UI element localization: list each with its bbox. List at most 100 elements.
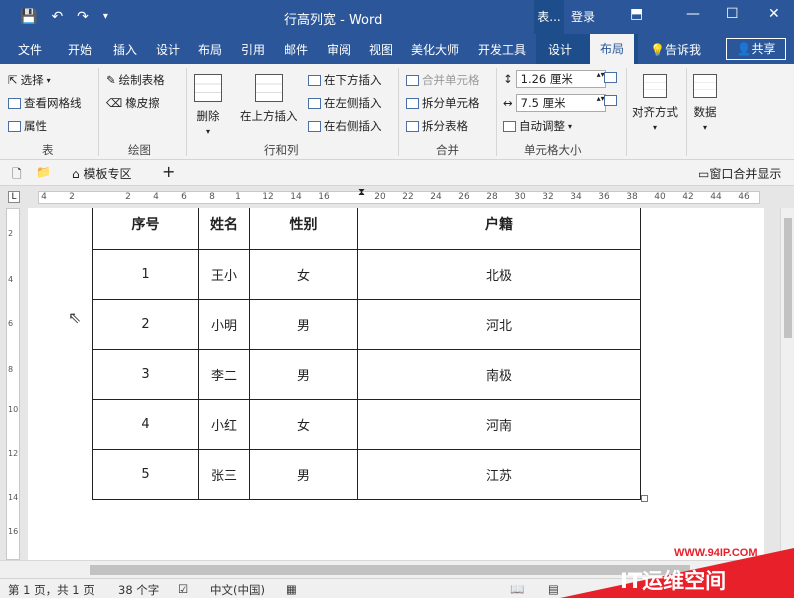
vertical-ruler[interactable]: 2 4 6 8 10 12 14 16 <box>6 208 20 560</box>
eraser-button[interactable]: ⌫ 橡皮擦 <box>106 95 160 111</box>
tab-review[interactable]: 审阅 <box>327 41 351 58</box>
tab-references[interactable]: 引用 <box>241 41 265 58</box>
tab-home[interactable]: 开始 <box>68 41 92 58</box>
table-cell[interactable]: 2 <box>92 299 199 350</box>
table-cell[interactable]: 江苏 <box>357 449 641 500</box>
horizontal-ruler[interactable]: L 4 2 2 4 6 8 1 12 14 16 20 22 24 26 28 … <box>0 187 794 207</box>
read-mode-icon[interactable]: 📖 <box>510 582 524 596</box>
table-cell[interactable]: 王小 <box>198 249 250 300</box>
ribbon-tabs: 文件 开始 插入 设计 布局 引用 邮件 审阅 视图 美化大师 开发工具 设计 … <box>0 34 794 64</box>
split-cells-button[interactable]: 拆分单元格 <box>406 95 480 111</box>
add-tab-button[interactable]: + <box>162 162 175 181</box>
table-cell[interactable]: 小明 <box>198 299 250 350</box>
group-label-draw: 绘图 <box>128 143 151 157</box>
vertical-scroll-thumb[interactable] <box>784 218 792 338</box>
distribute-rows-button[interactable] <box>604 72 617 83</box>
vertical-scrollbar[interactable] <box>780 208 794 560</box>
delete-button[interactable]: 删除 ▾ <box>194 74 222 136</box>
group-label-merge: 合并 <box>436 143 459 157</box>
language-indicator[interactable]: 中文(中国) <box>210 582 265 598</box>
print-layout-icon[interactable]: ▤ <box>548 582 559 596</box>
save-icon[interactable]: 💾 <box>20 8 37 26</box>
tab-table-design[interactable]: 设计 <box>548 41 572 58</box>
word-count[interactable]: 38 个字 <box>118 582 159 598</box>
proofing-icon[interactable]: ☑ <box>178 582 188 596</box>
table-cell[interactable]: 张三 <box>198 449 250 500</box>
insert-left-icon <box>308 97 321 109</box>
distribute-rows-icon <box>604 72 617 83</box>
column-width-field[interactable]: ↔ 7.5 厘米 <box>503 94 606 112</box>
table-cell[interactable]: 北极 <box>357 249 641 300</box>
table-header-row: 序号 姓名 性别 户籍 <box>92 208 641 250</box>
merge-windows-button[interactable]: ▭窗口合并显示 <box>698 165 781 182</box>
tab-selector[interactable]: L <box>8 191 20 203</box>
minimize-icon[interactable]: — <box>686 6 700 22</box>
table-cell[interactable]: 4 <box>92 399 199 450</box>
tab-design[interactable]: 设计 <box>156 41 180 58</box>
split-table-button[interactable]: 拆分表格 <box>406 118 468 134</box>
close-icon[interactable]: ✕ <box>768 6 780 22</box>
table-cell[interactable]: 小红 <box>198 399 250 450</box>
customize-icon[interactable]: ▾ <box>103 8 108 26</box>
undo-icon[interactable]: ↶ <box>51 8 63 26</box>
row-height-field[interactable]: ↕ 1.26 厘米 <box>503 70 606 88</box>
tab-insert[interactable]: 插入 <box>113 41 137 58</box>
table-cell[interactable]: 男 <box>249 349 358 400</box>
merge-cells-button[interactable]: 合并单元格 <box>406 72 480 88</box>
tab-layout[interactable]: 布局 <box>198 41 222 58</box>
macro-icon[interactable]: ▦ <box>286 582 297 596</box>
table-cell[interactable]: 女 <box>249 249 358 300</box>
table-cell[interactable]: 河南 <box>357 399 641 450</box>
header-cell[interactable]: 性别 <box>249 208 358 250</box>
tab-mailings[interactable]: 邮件 <box>284 41 308 58</box>
draw-table-button[interactable]: ✎ 绘制表格 <box>106 72 165 88</box>
page-count[interactable]: 第 1 页，共 1 页 <box>8 582 95 598</box>
table-cell[interactable]: 男 <box>249 299 358 350</box>
tab-view[interactable]: 视图 <box>369 41 393 58</box>
table-cell[interactable]: 南极 <box>357 349 641 400</box>
header-cell[interactable]: 户籍 <box>357 208 641 250</box>
user-icon: 👤 <box>736 42 752 56</box>
login-link[interactable]: 登录 <box>571 8 595 25</box>
table-cell[interactable]: 李二 <box>198 349 250 400</box>
folder-icon[interactable]: 📁 <box>36 165 51 179</box>
table-resize-handle[interactable] <box>641 495 648 502</box>
column-width-input[interactable]: 7.5 厘米 <box>515 94 606 112</box>
document-tabs-bar: 🗋 📁 ⌂ 模板专区 + ▭窗口合并显示 <box>0 160 794 186</box>
table-cell[interactable]: 3 <box>92 349 199 400</box>
distribute-columns-button[interactable] <box>604 95 617 106</box>
insert-below-button[interactable]: 在下方插入 <box>308 72 382 88</box>
table-cell[interactable]: 河北 <box>357 299 641 350</box>
share-button[interactable]: 👤共享 <box>726 38 786 60</box>
data-button[interactable]: 数据 ▾ <box>693 74 717 132</box>
tell-me[interactable]: 💡告诉我 <box>650 41 701 58</box>
ribbon-display-icon[interactable]: ⬒ <box>630 6 643 22</box>
table-cell[interactable]: 5 <box>92 449 199 500</box>
template-area-tab[interactable]: ⌂ 模板专区 <box>72 165 131 182</box>
redo-icon[interactable]: ↷ <box>77 8 89 26</box>
row-height-input[interactable]: 1.26 厘米 <box>515 70 606 88</box>
insert-above-button[interactable]: 在上方插入 <box>240 74 298 124</box>
maximize-icon[interactable]: ☐ <box>726 6 739 22</box>
document-page[interactable]: ⇖ 序号 姓名 性别 户籍 1 王小 女 北极 2 小明 男 河北 3 李二 男… <box>28 208 764 560</box>
select-button[interactable]: ⇱ 选择 ▾ <box>8 72 51 88</box>
table-cell[interactable]: 女 <box>249 399 358 450</box>
table-cell[interactable]: 男 <box>249 449 358 500</box>
tab-developer[interactable]: 开发工具 <box>478 41 526 58</box>
new-document-icon[interactable]: 🗋 <box>12 165 22 186</box>
header-cell[interactable]: 序号 <box>92 208 199 250</box>
properties-button[interactable]: 属性 <box>8 118 47 134</box>
autofit-button[interactable]: 自动调整 ▾ <box>503 118 572 134</box>
indent-marker-icon[interactable]: ⧗ <box>358 187 365 198</box>
view-gridlines-button[interactable]: 查看网格线 <box>8 95 82 111</box>
table-cell[interactable]: 1 <box>92 249 199 300</box>
data-table[interactable]: 序号 姓名 性别 户籍 1 王小 女 北极 2 小明 男 河北 3 李二 男 南… <box>92 208 641 500</box>
tab-beautify[interactable]: 美化大师 <box>411 41 459 58</box>
tab-table-layout[interactable]: 布局 <box>590 34 635 64</box>
tab-file[interactable]: 文件 <box>18 41 42 58</box>
header-cell[interactable]: 姓名 <box>198 208 250 250</box>
insert-right-button[interactable]: 在右侧插入 <box>308 118 382 134</box>
title-bar: 💾 ↶ ↷ ▾ 行高列宽 - Word 表... 登录 ⬒ — ☐ ✕ <box>0 0 794 34</box>
insert-left-button[interactable]: 在左侧插入 <box>308 95 382 111</box>
alignment-button[interactable]: 对齐方式 ▾ <box>632 74 678 132</box>
